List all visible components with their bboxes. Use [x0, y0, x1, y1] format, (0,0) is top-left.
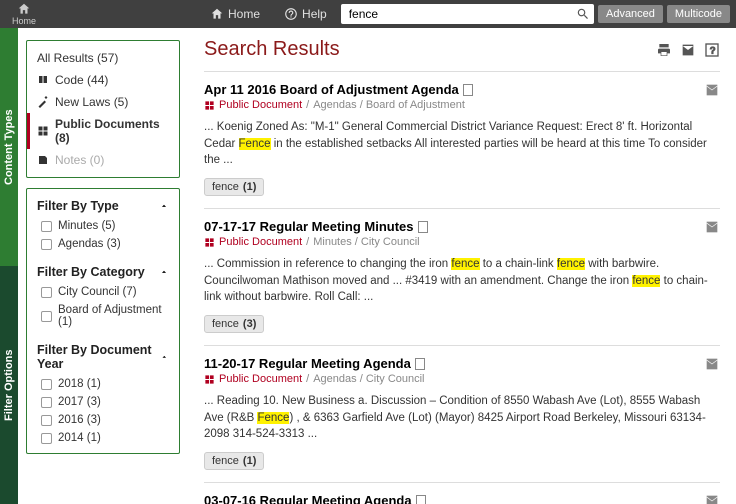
nav-home[interactable]: Home: [200, 7, 270, 21]
chevron-up-icon: [160, 352, 169, 362]
result-snippet: ... Commission in reference to changing …: [204, 256, 720, 306]
filter-opt-minutes[interactable]: Minutes (5): [27, 217, 179, 235]
search-icon[interactable]: [576, 7, 590, 21]
grid-icon: [204, 374, 215, 385]
checkbox[interactable]: [41, 311, 52, 322]
result-title[interactable]: 03-07-16 Regular Meeting Agenda: [204, 493, 720, 504]
result-snippet: ... Koenig Zoned As: "M-1" General Comme…: [204, 119, 720, 169]
result-title[interactable]: 11-20-17 Regular Meeting Agenda: [204, 356, 720, 371]
sidebar: All Results (57) Code (44) New Laws (5) …: [18, 28, 188, 504]
search-result: 11-20-17 Regular Meeting Agenda Public D…: [204, 345, 720, 482]
filter-opt-boa[interactable]: Board of Adjustment (1): [27, 301, 179, 331]
filter-opt-2016[interactable]: 2016 (3): [27, 411, 179, 429]
results-header: Search Results ?: [204, 38, 720, 61]
tab-filter-options[interactable]: Filter Options: [0, 266, 18, 504]
checkbox[interactable]: [41, 239, 52, 250]
results-title: Search Results: [204, 38, 340, 61]
chevron-up-icon: [159, 267, 169, 277]
checkbox[interactable]: [41, 221, 52, 232]
svg-text:?: ?: [710, 45, 715, 55]
result-crumbs[interactable]: Public Document/Minutes / City Council: [204, 236, 720, 248]
filter-opt-2018[interactable]: 2018 (1): [27, 375, 179, 393]
mail-icon[interactable]: [680, 42, 696, 58]
filter-opt-city-council[interactable]: City Council (7): [27, 283, 179, 301]
checkbox[interactable]: [41, 433, 52, 444]
ct-public-documents[interactable]: Public Documents (8): [27, 113, 179, 149]
term-badge[interactable]: fence (1): [204, 452, 264, 470]
filter-category-head[interactable]: Filter By Category: [27, 261, 179, 283]
help-icon[interactable]: ?: [704, 42, 720, 58]
term-badge[interactable]: fence (3): [204, 315, 264, 333]
term-badge[interactable]: fence (1): [204, 178, 264, 196]
mail-icon[interactable]: [704, 493, 720, 504]
search-box[interactable]: [341, 4, 594, 24]
filter-opt-agendas[interactable]: Agendas (3): [27, 235, 179, 253]
filter-year-head[interactable]: Filter By Document Year: [27, 339, 179, 375]
result-crumbs[interactable]: Public Document/Agendas / Board of Adjus…: [204, 99, 720, 111]
results-area: Search Results ? Apr 11 2016 Board of Ad…: [188, 28, 736, 504]
checkbox[interactable]: [41, 379, 52, 390]
chevron-up-icon: [159, 201, 169, 211]
result-title[interactable]: Apr 11 2016 Board of Adjustment Agenda: [204, 82, 720, 97]
doc-icon: [415, 358, 425, 370]
side-tabs: Content Types Filter Options: [0, 28, 18, 504]
result-snippet: ... Reading 10. New Business a. Discussi…: [204, 393, 720, 443]
home-label: Home: [12, 16, 36, 26]
wand-icon: [37, 96, 49, 108]
ct-new-laws[interactable]: New Laws (5): [27, 91, 179, 113]
doc-icon: [416, 495, 426, 504]
grid-icon: [204, 100, 215, 111]
filters-panel: Filter By Type Minutes (5) Agendas (3) F…: [26, 188, 180, 454]
advanced-button[interactable]: Advanced: [598, 5, 663, 23]
filter-type-head[interactable]: Filter By Type: [27, 195, 179, 217]
ct-code[interactable]: Code (44): [27, 69, 179, 91]
topbar: Home Home Help Advanced Multicode: [0, 0, 736, 28]
ct-notes[interactable]: Notes (0): [27, 149, 179, 171]
tab-content-types[interactable]: Content Types: [0, 28, 18, 266]
home-button[interactable]: Home: [6, 2, 42, 26]
main: All Results (57) Code (44) New Laws (5) …: [18, 28, 736, 504]
doc-icon: [418, 221, 428, 233]
result-crumbs[interactable]: Public Document/Agendas / City Council: [204, 373, 720, 385]
ct-all-results[interactable]: All Results (57): [27, 47, 179, 69]
checkbox[interactable]: [41, 397, 52, 408]
grid-icon: [37, 125, 49, 137]
checkbox[interactable]: [41, 287, 52, 298]
checkbox[interactable]: [41, 415, 52, 426]
search-result: 03-07-16 Regular Meeting Agenda Public D…: [204, 482, 720, 504]
search-input[interactable]: [345, 7, 576, 21]
note-icon: [37, 154, 49, 166]
content-types-panel: All Results (57) Code (44) New Laws (5) …: [26, 40, 180, 178]
search-result: Apr 11 2016 Board of Adjustment Agenda P…: [204, 71, 720, 208]
result-title[interactable]: 07-17-17 Regular Meeting Minutes: [204, 219, 720, 234]
grid-icon: [204, 237, 215, 248]
print-icon[interactable]: [656, 42, 672, 58]
filter-opt-2014[interactable]: 2014 (1): [27, 429, 179, 447]
mail-icon[interactable]: [704, 82, 720, 98]
nav-help[interactable]: Help: [274, 7, 337, 21]
search-result: 07-17-17 Regular Meeting Minutes Public …: [204, 208, 720, 345]
filter-opt-2017[interactable]: 2017 (3): [27, 393, 179, 411]
doc-icon: [463, 84, 473, 96]
book-icon: [37, 74, 49, 86]
multicode-button[interactable]: Multicode: [667, 5, 730, 23]
mail-icon[interactable]: [704, 356, 720, 372]
mail-icon[interactable]: [704, 219, 720, 235]
